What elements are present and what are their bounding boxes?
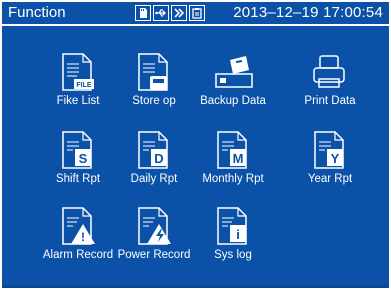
- backup-data-icon: [215, 56, 253, 88]
- sys-log-icon: i: [217, 207, 247, 245]
- clipboard-icon: [189, 5, 205, 21]
- sd-card-icon: [135, 5, 151, 21]
- svg-text:S: S: [79, 151, 88, 166]
- power-record-icon: [138, 207, 171, 245]
- store-op-icon: [138, 53, 168, 91]
- menu-item-label: Store op: [132, 95, 176, 107]
- file-list-icon: FILE: [62, 53, 94, 91]
- svg-text:i: i: [236, 227, 240, 242]
- menu-item-label: Year Rpt: [307, 173, 353, 185]
- svg-text:D: D: [154, 151, 163, 166]
- menu-item-label: Power Record: [117, 249, 191, 261]
- menu-item-power-record[interactable]: Power Record: [109, 206, 199, 276]
- bottom-divider: [2, 285, 389, 288]
- datetime: 2013–12–19 17:00:54: [233, 4, 383, 21]
- svg-text:!: !: [81, 230, 85, 244]
- svg-text:Y: Y: [331, 151, 340, 166]
- menu-item-daily-rpt[interactable]: D Daily Rpt: [109, 130, 199, 200]
- svg-text:FILE: FILE: [76, 82, 91, 89]
- menu-item-print-data[interactable]: Print Data: [285, 52, 375, 122]
- page-title: Function: [8, 4, 66, 21]
- menu-item-monthly-rpt[interactable]: M Monthly Rpt: [188, 130, 278, 200]
- usb-icon: [153, 5, 169, 21]
- monthly-report-icon: M: [217, 131, 247, 169]
- menu-item-year-rpt[interactable]: Y Year Rpt: [285, 130, 375, 200]
- menu-item-sys-log[interactable]: i Sys log: [188, 206, 278, 276]
- printer-icon: [313, 55, 345, 88]
- shift-report-icon: S: [62, 131, 92, 169]
- function-screen: Function 2013–12–19 17:00:54 FILE Fike L…: [0, 0, 391, 290]
- daily-report-icon: D: [138, 131, 168, 169]
- menu-item-store-op[interactable]: Store op: [109, 52, 199, 122]
- menu-item-label: Monthly Rpt: [202, 173, 264, 185]
- year-report-icon: Y: [314, 131, 344, 169]
- menu-item-label: Sys log: [214, 249, 252, 261]
- svg-text:M: M: [233, 151, 244, 166]
- menu-item-label: Backup Data: [200, 95, 266, 107]
- title-bar: Function 2013–12–19 17:00:54: [2, 2, 389, 24]
- status-icons: [135, 5, 205, 21]
- forward-icon: [171, 5, 187, 21]
- menu-item-label: Daily Rpt: [130, 173, 178, 185]
- function-menu: FILE Fike List Store op Backup Data Prin…: [2, 26, 389, 288]
- alarm-record-icon: !: [62, 207, 95, 245]
- menu-item-label: Print Data: [304, 95, 356, 107]
- menu-item-backup-data[interactable]: Backup Data: [188, 52, 278, 122]
